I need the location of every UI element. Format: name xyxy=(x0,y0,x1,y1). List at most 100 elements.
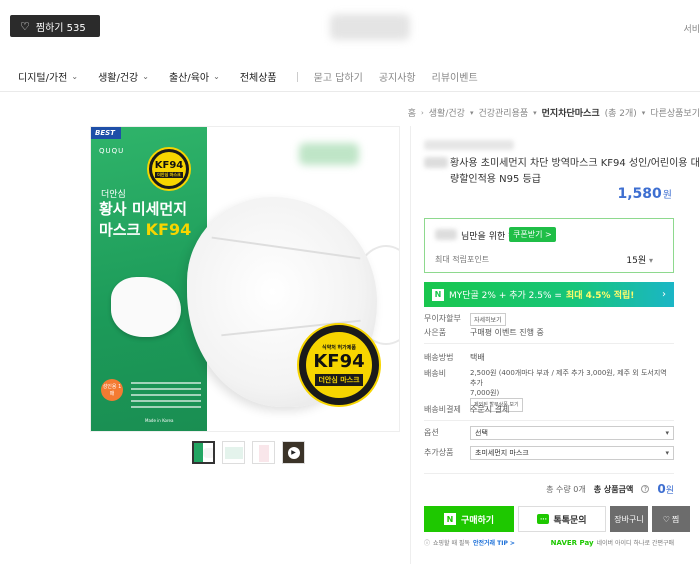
buy-label: 구매하기 xyxy=(460,515,495,526)
crumb-cat2[interactable]: 건강관리용품 xyxy=(478,106,528,119)
point-value[interactable]: 15원 ▾ xyxy=(626,253,653,266)
buy-button[interactable]: N 구매하기 xyxy=(424,506,514,532)
nav-label: 생활/건강 xyxy=(98,73,139,84)
total-label: 총 상품금액 xyxy=(593,484,634,494)
cart-button[interactable]: 장바구니 xyxy=(610,506,648,532)
naver-pay-text: 네이버 아이디 하나로 간편구매 xyxy=(596,540,674,547)
user-name xyxy=(435,229,457,240)
nav-review-event[interactable]: 리뷰이벤트 xyxy=(432,69,478,84)
nav-notice[interactable]: 공지사항 xyxy=(379,69,416,84)
option-select[interactable]: 선택 ▾ xyxy=(470,426,674,440)
box-line3b: KF94 xyxy=(145,220,192,239)
chevron-down-icon: ⌄ xyxy=(142,72,149,81)
row-installment: 무이자할부 자세히보기 xyxy=(424,313,506,326)
amount-unit: 원 xyxy=(665,486,674,496)
chevron-down-icon: ⌄ xyxy=(71,72,79,81)
nav-qna[interactable]: 묻고 답하기 xyxy=(314,69,363,84)
top-bar: ♡ 찜하기 535 서비 xyxy=(0,0,700,52)
crumb-current[interactable]: 먼지차단마스크 xyxy=(542,106,600,119)
amount-number: 0 xyxy=(657,482,666,496)
banner-highlight: 최대 4.5% 적립! xyxy=(565,291,635,301)
zzim-product-button[interactable]: ♡ 찜 xyxy=(652,506,690,532)
mini-mask-illustration xyxy=(111,277,181,337)
brand-text: QUQU xyxy=(99,147,125,155)
chevron-right-icon: › xyxy=(420,108,424,117)
brand-logo-blurred xyxy=(299,143,359,165)
divider xyxy=(424,420,674,421)
select-value: 선택 xyxy=(475,429,488,437)
talktalk-button[interactable]: ··· 톡톡문의 xyxy=(518,506,606,532)
box-feature-lines xyxy=(131,382,201,412)
crumb-cat1[interactable]: 생활/건강 xyxy=(429,106,465,119)
row-key: 배송비결제 xyxy=(424,405,461,414)
nav-item-all[interactable]: 전체상품 xyxy=(240,69,277,84)
row-value: 구매평 이벤트 진행 중 xyxy=(470,328,544,337)
zzim-button[interactable]: ♡ 찜하기 535 xyxy=(10,15,100,37)
thumbnail-video[interactable]: ▶ xyxy=(282,441,305,464)
breadcrumb: 홈 › 생활/건강 ▾ 건강관리용품 ▾ 먼지차단마스크 (총 2개) ▾ 다른… xyxy=(408,106,700,120)
crumb-count: (총 2개) xyxy=(604,109,637,119)
talk-label: 톡톡문의 xyxy=(553,515,587,526)
nav-item-living[interactable]: 생활/건강 ⌄ xyxy=(98,69,149,84)
thumbnail-1[interactable] xyxy=(192,441,215,464)
row-addon: 추가상품 xyxy=(424,447,470,458)
nav-item-baby[interactable]: 출산/육아 ⌄ xyxy=(169,69,220,84)
chevron-down-icon: ⌄ xyxy=(213,72,220,81)
thumbnail-2[interactable] xyxy=(222,441,245,464)
top-right-link[interactable]: 서비 xyxy=(683,22,700,35)
coupon-button[interactable]: 쿠폰받기 > xyxy=(509,227,556,242)
product-title: 황사용 초미세먼지 차단 방역마스크 KF94 성인/어린이용 대량할인적용 N… xyxy=(450,158,700,185)
box-line2: 황사 미세먼지 xyxy=(99,200,188,218)
addon-select[interactable]: 초미세먼지 마스크 ▾ xyxy=(470,446,674,460)
help-icon[interactable]: ? xyxy=(641,485,650,493)
column-divider xyxy=(410,126,411,564)
store-logo[interactable] xyxy=(330,14,410,40)
seal-text: 식약처 허가제품 xyxy=(322,345,356,351)
seller-name[interactable] xyxy=(424,140,514,150)
heart-icon: ♡ xyxy=(20,19,30,33)
thumbnail-strip: ▶ xyxy=(192,441,305,464)
nav-divider xyxy=(296,71,298,82)
crumb-more[interactable]: 다른상품보기 xyxy=(650,106,700,119)
row-option: 옵션 xyxy=(424,427,470,438)
divider xyxy=(424,473,674,474)
seal-sub: 더안심 마스크 xyxy=(315,374,363,386)
row-ship-method: 배송방법 택배 xyxy=(424,352,485,363)
price-number: 1,580 xyxy=(617,186,662,202)
box-line3: 마스크 KF94 xyxy=(99,219,191,240)
chevron-down-icon: ▾ xyxy=(533,108,537,117)
heart-icon: ♡ xyxy=(662,514,670,524)
chevron-down-icon: ▾ xyxy=(641,108,646,117)
row-key: 추가상품 xyxy=(424,448,454,457)
zzim-label: 찜하기 535 xyxy=(35,22,86,34)
seal-kf: KF94 xyxy=(313,351,365,372)
total-quantity: 총 수량 0개 xyxy=(546,484,586,494)
my-dangol-banner[interactable]: N MY단골 2% + 추가 2.5% = 최대 4.5% 적립! › xyxy=(424,282,674,307)
product-price: 1,580원 xyxy=(618,186,673,202)
nav-item-digital[interactable]: 디지털/가전 ⌄ xyxy=(18,69,78,84)
safe-trade-tip-link[interactable]: 안전거래 TIP > xyxy=(473,538,515,547)
action-buttons: N 구매하기 ··· 톡톡문의 장바구니 ♡ 찜 xyxy=(424,506,690,532)
thumbnail-3[interactable] xyxy=(252,441,275,464)
select-value: 초미세먼지 마스크 xyxy=(475,449,529,457)
crumb-home[interactable]: 홈 xyxy=(408,106,416,119)
point-amount: 15원 xyxy=(626,256,647,266)
product-image[interactable]: BEST QUQU KF94 더안심 마스크 더안심 황사 미세먼지 마스크 K… xyxy=(90,126,400,432)
row-value: 주문시 결제 xyxy=(470,405,510,414)
chevron-down-icon: ▾ xyxy=(648,256,653,265)
naver-n-icon: N xyxy=(443,513,456,525)
box-line3a: 마스크 xyxy=(99,221,141,239)
category-nav: 디지털/가전 ⌄ 생활/건강 ⌄ 출산/육아 ⌄ 전체상품 묻고 답하기 공지사항 리… xyxy=(0,62,700,92)
seal-sub: 더안심 마스크 xyxy=(155,172,183,178)
bottom-note: ⓘ 쇼핑할 때 필독 안전거래 TIP > NAVER Pay 네이버 아이디 … xyxy=(424,538,674,548)
details-button[interactable]: 자세히보기 xyxy=(470,313,506,326)
benefit-box: 님만을 위한 혜택 쿠폰받기 > 최대 적립포인트 15원 ▾ xyxy=(424,218,674,273)
seal-text: KF94 xyxy=(154,160,184,171)
chevron-down-icon: ▾ xyxy=(469,108,474,117)
nav-label: 전체상품 xyxy=(239,73,277,84)
banner-text: MY단골 2% + 추가 2.5% = xyxy=(449,291,562,301)
zzim-label: 찜 xyxy=(671,514,680,524)
row-ship-pay: 배송비결제 주문시 결제 xyxy=(424,404,509,415)
ship-fee-line2: 7,000원) xyxy=(470,389,500,397)
naver-pay-logo: NAVER Pay xyxy=(550,538,594,547)
